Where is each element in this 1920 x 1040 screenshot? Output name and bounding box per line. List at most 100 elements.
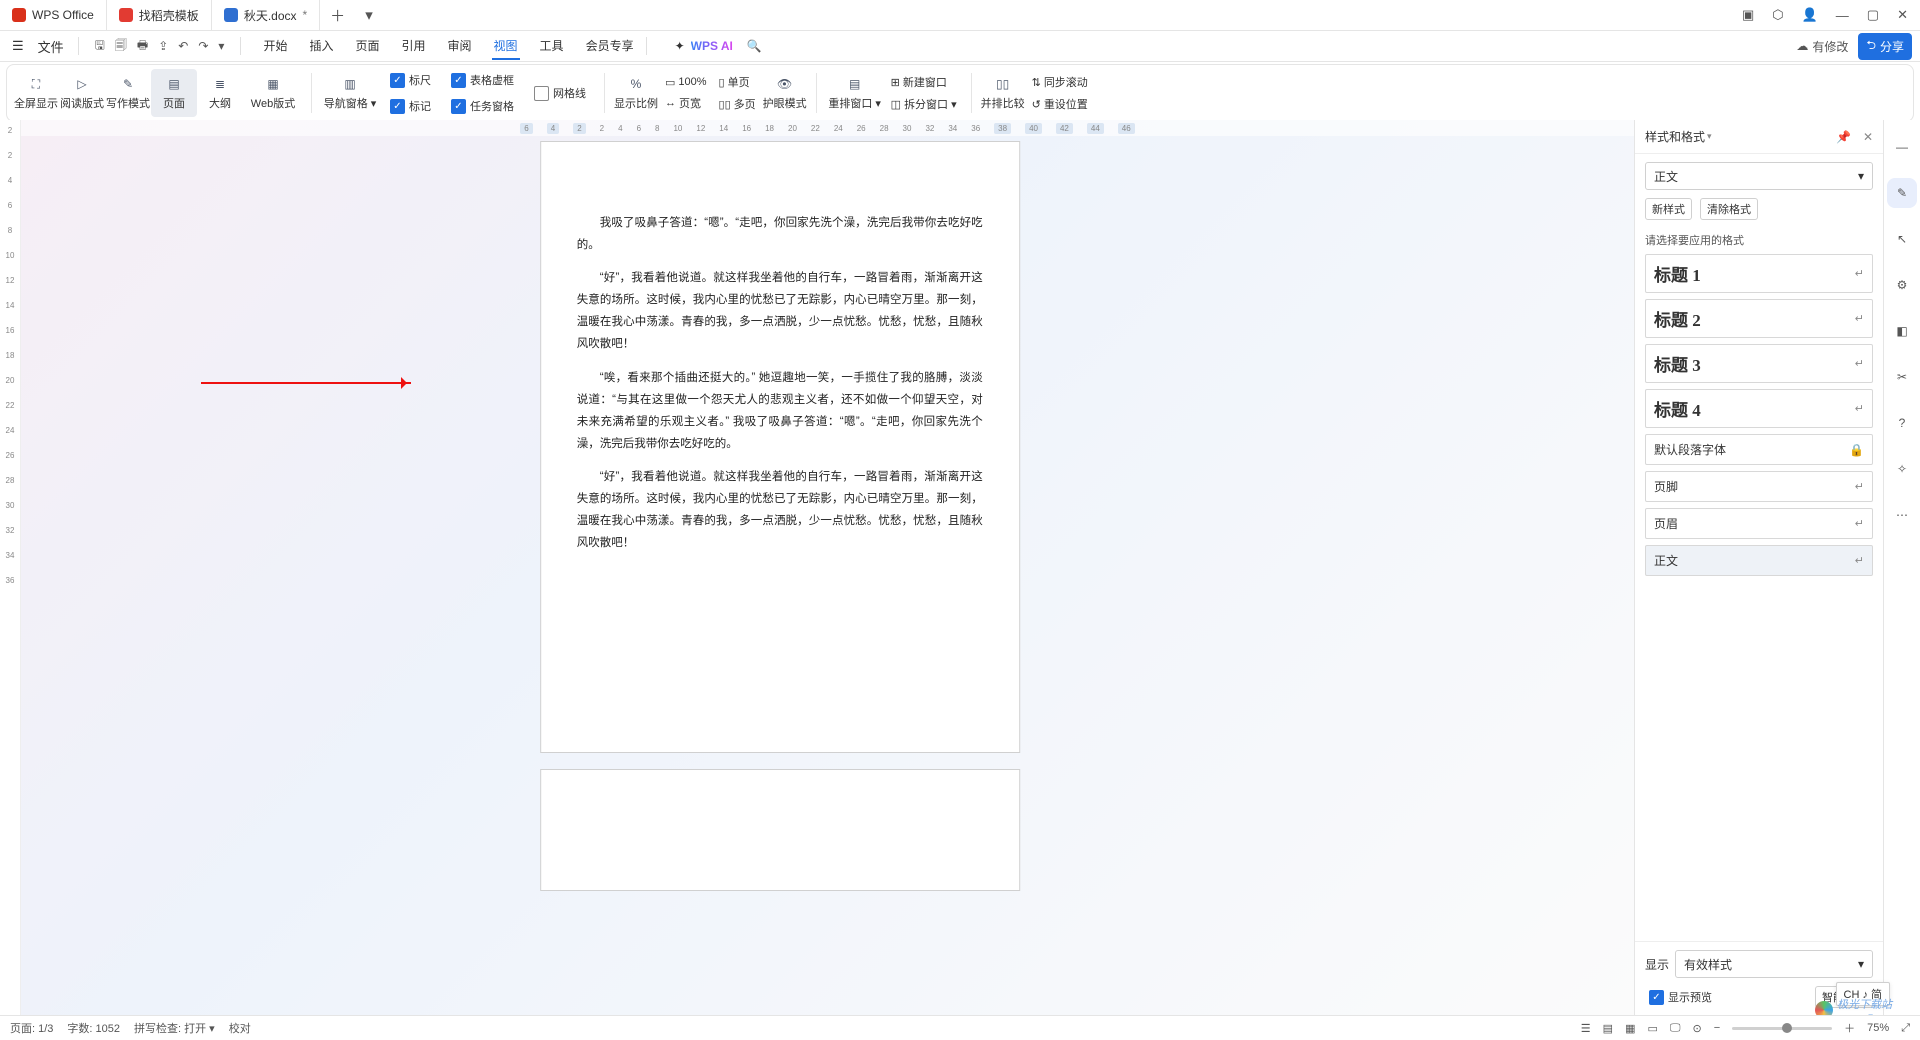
close-panel-icon[interactable]: ✕	[1863, 130, 1873, 144]
window-maximize-icon[interactable]: ▢	[1867, 7, 1879, 23]
pin-icon[interactable]: 📌	[1836, 130, 1851, 144]
tab-member[interactable]: 会员专享	[584, 33, 636, 60]
view-read-icon[interactable]: ▭	[1647, 1022, 1657, 1035]
zoom-value[interactable]: 75%	[1867, 1022, 1889, 1034]
single-page-button[interactable]: ▯单页	[719, 74, 756, 90]
style-item[interactable]: 默认段落字体🔒	[1645, 434, 1873, 465]
page-width-button[interactable]: ↔页宽	[665, 95, 707, 111]
style-item[interactable]: 标题 3↵	[1645, 344, 1873, 383]
document-page-next[interactable]	[541, 770, 1019, 890]
sidebar-clip-icon[interactable]: ✧	[1887, 454, 1917, 484]
style-item[interactable]: 标题 4↵	[1645, 389, 1873, 428]
zoom-fit-icon[interactable]: ⤢	[1901, 1022, 1910, 1035]
outline-icon: ≣	[211, 75, 229, 93]
web-layout-button[interactable]: ▦Web版式	[243, 69, 303, 117]
zoom-out-button[interactable]: −	[1714, 1022, 1720, 1034]
status-proof[interactable]: 校对	[229, 1020, 251, 1036]
paragraph: “唉，看来那个插曲还挺大的。” 她逗趣地一笑，一手揽住了我的胳膊，淡淡说道：“与…	[577, 367, 983, 455]
save-icon[interactable]: 🖫	[95, 36, 105, 57]
window-apps-icon[interactable]: ▣	[1742, 7, 1754, 23]
app-menu-icon[interactable]: ☰	[8, 38, 28, 54]
sidebar-select-icon[interactable]: ↖	[1887, 224, 1917, 254]
view-focus-icon[interactable]: ⊙	[1693, 1022, 1702, 1035]
show-filter-select[interactable]: 有效样式▾	[1675, 950, 1873, 978]
eye-icon: 👁	[776, 75, 794, 93]
file-menu[interactable]: 文件	[34, 37, 68, 56]
document-page[interactable]: 我吸了吸鼻子答道：“嗯”。“走吧，你回家先洗个澡，洗完后我带你去吃好吃的。 “好…	[541, 142, 1019, 752]
eye-mode-button[interactable]: 👁护眼模式	[762, 69, 808, 117]
zoom-in-button[interactable]: ＋	[1844, 1020, 1855, 1036]
sidebar-more-icon[interactable]: ⋯	[1887, 500, 1917, 530]
fullscreen-button[interactable]: ⛶全屏显示	[13, 69, 59, 117]
tab-templates[interactable]: 找稻壳模板	[107, 0, 212, 30]
outline-button[interactable]: ≣大纲	[197, 69, 243, 117]
print-preview-icon[interactable]: 🗐	[115, 36, 127, 57]
view-outline-icon[interactable]: 🖵	[1670, 1022, 1681, 1035]
rearrange-window-button[interactable]: ▤重排窗口 ▾	[825, 69, 885, 117]
page-layout-button[interactable]: ▤页面	[151, 69, 197, 117]
status-page[interactable]: 页面: 1/3	[10, 1020, 53, 1036]
view-page-icon[interactable]: ▤	[1603, 1022, 1613, 1035]
multi-page-button[interactable]: ▯▯多页	[719, 96, 756, 112]
tab-page[interactable]: 页面	[353, 33, 381, 60]
tab-wps[interactable]: WPS Office	[0, 0, 107, 30]
tab-tools[interactable]: 工具	[538, 33, 566, 60]
tab-document[interactable]: 秋天.docx*	[212, 0, 320, 30]
sidebar-settings-icon[interactable]: ⚙	[1887, 270, 1917, 300]
style-list: 标题 1↵ 标题 2↵ 标题 3↵ 标题 4↵ 默认段落字体🔒 页脚↵ 页眉↵ 正文↵	[1635, 254, 1883, 941]
status-spellcheck[interactable]: 拼写检查: 打开 ▾	[134, 1020, 215, 1036]
nav-pane-button[interactable]: ▥导航窗格 ▾	[320, 69, 380, 117]
read-layout-button[interactable]: ▷阅读版式	[59, 69, 105, 117]
share-button[interactable]: ⮌分享	[1858, 33, 1912, 60]
sidebar-help-icon[interactable]: ?	[1887, 408, 1917, 438]
tab-insert[interactable]: 插入	[307, 33, 335, 60]
write-mode-button[interactable]: ✎写作模式	[105, 69, 151, 117]
taskpane-checkbox[interactable]: ✓任务窗格	[447, 96, 518, 116]
gridline-checkbox[interactable]: 网格线	[530, 83, 590, 103]
qat-dropdown-icon[interactable]: ▾	[218, 39, 224, 53]
sidebar-collapse-icon[interactable]: —	[1887, 132, 1917, 162]
wps-ai[interactable]: ✦ WPS AI	[657, 39, 733, 53]
export-icon[interactable]: ⇪	[158, 39, 168, 53]
user-avatar-icon[interactable]: 👤	[1802, 7, 1818, 23]
zoom-button[interactable]: %显示比例	[613, 69, 659, 117]
status-words[interactable]: 字数: 1052	[67, 1020, 120, 1036]
split-window-button[interactable]: ◫拆分窗口 ▾	[891, 96, 957, 112]
window-cube-icon[interactable]: ⬡	[1772, 7, 1783, 23]
new-window-button[interactable]: ⊞新建窗口	[891, 74, 957, 90]
sidebar-tools-icon[interactable]: ✂	[1887, 362, 1917, 392]
undo-icon[interactable]: ↶	[178, 39, 188, 53]
tab-start[interactable]: 开始	[261, 33, 289, 60]
tab-menu-button[interactable]: ▾	[355, 6, 383, 24]
zoom-100-button[interactable]: ▭100%	[665, 76, 707, 89]
sidebar-layers-icon[interactable]: ◧	[1887, 316, 1917, 346]
print-icon[interactable]: 🖶	[137, 36, 148, 57]
style-item[interactable]: 页脚↵	[1645, 471, 1873, 502]
view-web-icon[interactable]: ▦	[1625, 1022, 1635, 1035]
style-item[interactable]: 页眉↵	[1645, 508, 1873, 539]
tab-review[interactable]: 审阅	[446, 33, 474, 60]
tab-view[interactable]: 视图	[492, 33, 520, 60]
view-menu-icon[interactable]: ☰	[1581, 1022, 1591, 1035]
preview-checkbox[interactable]: ✓显示预览	[1645, 987, 1716, 1007]
tableframe-checkbox[interactable]: ✓表格虚框	[447, 70, 518, 90]
chevron-down-icon[interactable]: ▾	[1707, 131, 1712, 142]
sidebar-styles-icon[interactable]: ✎	[1887, 178, 1917, 208]
style-item[interactable]: 标题 1↵	[1645, 254, 1873, 293]
clear-format-button[interactable]: 清除格式	[1700, 198, 1758, 220]
current-style-select[interactable]: 正文▾	[1645, 162, 1873, 190]
mark-checkbox[interactable]: ✓标记	[386, 96, 435, 116]
redo-icon[interactable]: ↷	[198, 39, 208, 53]
document-area[interactable]: 6422468101214161820222426283032343638404…	[21, 120, 1634, 1016]
new-tab-button[interactable]: ＋	[320, 5, 355, 26]
window-minimize-icon[interactable]: —	[1836, 8, 1849, 23]
tab-reference[interactable]: 引用	[400, 33, 428, 60]
style-item[interactable]: 标题 2↵	[1645, 299, 1873, 338]
new-style-button[interactable]: 新样式	[1645, 198, 1692, 220]
ruler-checkbox[interactable]: ✓标尺	[386, 70, 435, 90]
search-icon[interactable]: 🔍	[739, 39, 762, 53]
cloud-status[interactable]: ☁有修改	[1796, 38, 1848, 55]
window-close-icon[interactable]: ✕	[1897, 7, 1908, 23]
style-item[interactable]: 正文↵	[1645, 545, 1873, 576]
zoom-slider[interactable]	[1732, 1027, 1832, 1030]
